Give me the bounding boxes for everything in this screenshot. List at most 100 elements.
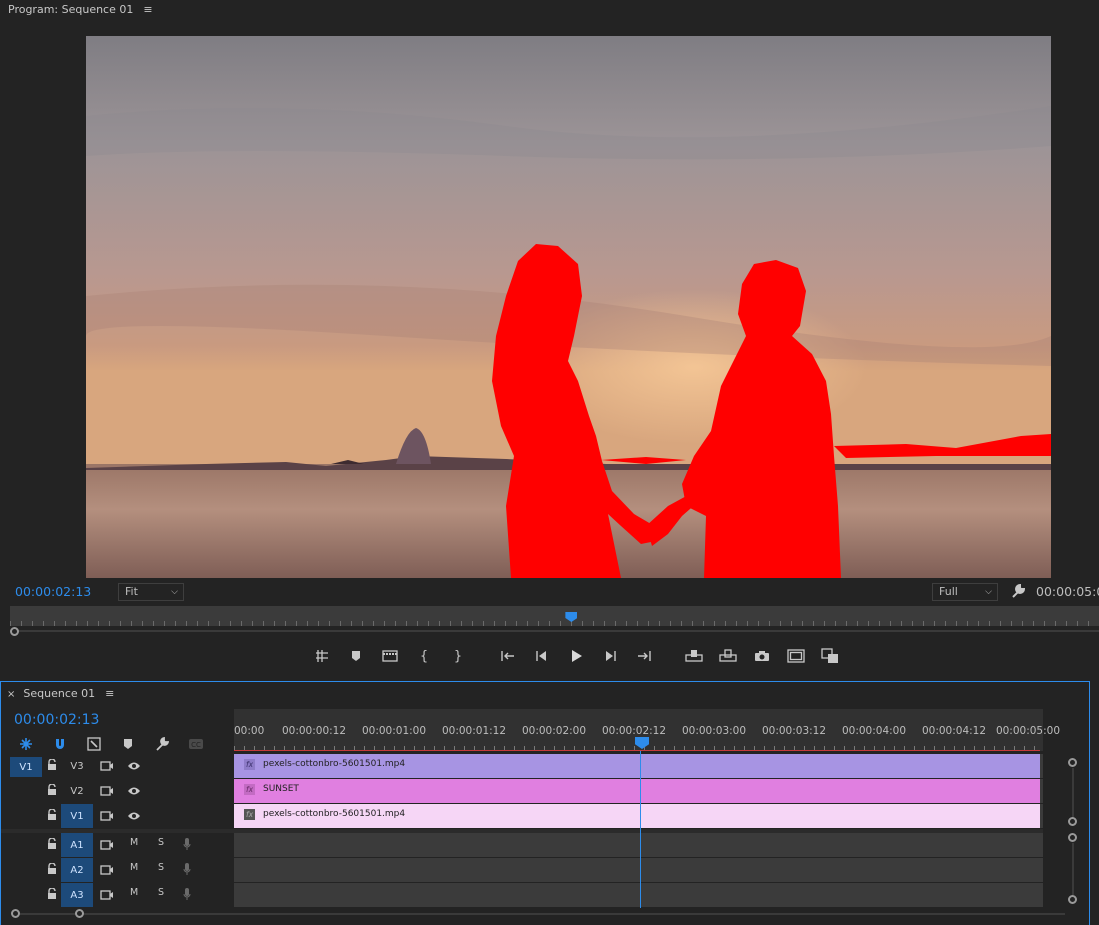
program-viewer[interactable] (86, 36, 1051, 578)
ruler-label: 00:00:01:00 (361, 725, 427, 737)
step-back-icon[interactable] (525, 645, 559, 667)
video-frame (86, 36, 1051, 578)
go-to-in-icon[interactable] (491, 645, 525, 667)
track-name[interactable]: V3 (61, 754, 93, 778)
program-duration: 00:00:05:00 (1036, 584, 1099, 599)
program-monitor: Program: Sequence 01 ≡ 00:00:02:13 Fit ⌵… (0, 0, 1099, 675)
eye-icon[interactable] (127, 786, 141, 796)
track-name[interactable]: V1 (61, 804, 93, 828)
add-marker-icon[interactable] (119, 735, 137, 753)
panel-menu-icon[interactable]: ≡ (105, 687, 114, 700)
track-name[interactable]: V2 (61, 779, 93, 803)
track-name[interactable]: A3 (61, 883, 93, 907)
lock-icon[interactable] (47, 809, 57, 821)
snap-icon[interactable] (51, 735, 69, 753)
lock-icon[interactable] (47, 888, 57, 900)
go-to-in-out-icon[interactable] (373, 645, 407, 667)
solo-button[interactable]: S (158, 837, 164, 848)
clip[interactable]: fx pexels-cottonbro-5601501.mp4 (234, 754, 1040, 778)
export-frame-icon[interactable] (745, 645, 779, 667)
clip[interactable]: fx SUNSET (234, 779, 1040, 803)
audio-scrollbar[interactable] (1072, 843, 1074, 895)
video-scroll-handle[interactable] (1068, 817, 1077, 826)
marker-icon[interactable] (339, 645, 373, 667)
mute-button[interactable]: M (130, 887, 138, 898)
microphone-icon[interactable] (183, 863, 191, 876)
program-zoom-bar[interactable] (14, 630, 1099, 632)
sync-lock-icon[interactable] (100, 810, 114, 822)
sync-lock-icon[interactable] (100, 839, 114, 851)
track-header: V2 (1, 779, 234, 803)
play-icon[interactable] (559, 645, 593, 667)
audio-scroll-handle[interactable] (1068, 895, 1077, 904)
wrench-icon[interactable] (153, 735, 171, 753)
timeline-panel: × Sequence 01 ≡ 00:00:02:13 CC 00:00 00:00:… (0, 681, 1090, 925)
clip[interactable]: fx pexels-cottonbro-5601501.mp4 (234, 804, 1040, 828)
video-scroll-handle[interactable] (1068, 758, 1077, 767)
timeline-ruler[interactable]: 00:00 00:00:00:12 00:00:01:00 00:00:01:12 00… (234, 709, 1060, 751)
sequence-tab[interactable]: × Sequence 01 ≡ (7, 687, 114, 700)
zoom-value: Fit (125, 585, 138, 598)
eye-icon[interactable] (127, 811, 141, 821)
track-area[interactable] (234, 858, 1043, 882)
zoom-select[interactable]: Fit ⌵ (118, 583, 184, 601)
clip-name: pexels-cottonbro-5601501.mp4 (263, 759, 406, 769)
panel-menu-icon[interactable]: ≡ (143, 3, 152, 16)
source-patch-v1[interactable]: V1 (10, 757, 42, 777)
lock-icon[interactable] (47, 784, 57, 796)
eye-icon[interactable] (127, 761, 141, 771)
ruler-label: 00:00:03:12 (761, 725, 827, 737)
microphone-icon[interactable] (183, 888, 191, 901)
mute-button[interactable]: M (130, 862, 138, 873)
safe-margins-icon[interactable] (779, 645, 813, 667)
audio-scroll-handle[interactable] (1068, 833, 1077, 842)
linked-selection-icon[interactable] (85, 735, 103, 753)
mark-out-icon[interactable]: } (441, 645, 475, 667)
mark-in-icon[interactable]: { (407, 645, 441, 667)
resolution-select[interactable]: Full ⌵ (932, 583, 998, 601)
timeline-zoom-bar[interactable] (15, 913, 1065, 915)
transport-controls: { } (305, 645, 847, 667)
track-name[interactable]: A2 (61, 858, 93, 882)
lock-icon[interactable] (47, 759, 57, 771)
fx-badge: fx (244, 784, 255, 795)
comparison-view-icon[interactable] (813, 645, 847, 667)
lock-icon[interactable] (47, 838, 57, 850)
ruler-label: 00:00:04:12 (921, 725, 987, 737)
zoom-handle-left[interactable] (11, 909, 20, 918)
add-marker-icon[interactable] (305, 645, 339, 667)
close-icon[interactable]: × (7, 689, 15, 700)
timeline-timecode[interactable]: 00:00:02:13 (14, 712, 99, 728)
lift-icon[interactable] (677, 645, 711, 667)
track-v3: V1 V3 fx pexels-cottonbro-5601501.mp4 (1, 754, 1043, 778)
track-area[interactable] (234, 833, 1043, 857)
zoom-handle-right[interactable] (75, 909, 84, 918)
lock-icon[interactable] (47, 863, 57, 875)
sync-lock-icon[interactable] (100, 864, 114, 876)
program-timecode[interactable]: 00:00:02:13 (15, 584, 91, 599)
track-a2: A2 M S (1, 858, 1043, 882)
go-to-out-icon[interactable] (627, 645, 661, 667)
track-header: V1 (1, 804, 234, 828)
microphone-icon[interactable] (183, 838, 191, 851)
step-forward-icon[interactable] (593, 645, 627, 667)
program-panel-tab[interactable]: Program: Sequence 01 ≡ (8, 2, 153, 18)
program-zoom-handle[interactable] (10, 627, 19, 636)
track-v1: V1 fx pexels-cottonbro-5601501.mp4 (1, 804, 1043, 828)
solo-button[interactable]: S (158, 887, 164, 898)
sync-lock-icon[interactable] (100, 760, 114, 772)
wrench-icon[interactable] (1010, 583, 1026, 599)
sync-lock-icon[interactable] (100, 889, 114, 901)
extract-icon[interactable] (711, 645, 745, 667)
track-area[interactable] (234, 883, 1043, 907)
captions-icon[interactable]: CC (187, 735, 205, 753)
track-name[interactable]: A1 (61, 833, 93, 857)
sync-lock-icon[interactable] (100, 785, 114, 797)
solo-button[interactable]: S (158, 862, 164, 873)
ruler-label: 00:00 (234, 725, 265, 737)
ruler-label: 00:00:02:12 (601, 725, 667, 737)
program-time-ruler[interactable] (10, 606, 1099, 626)
nest-sequence-icon[interactable] (17, 735, 35, 753)
mute-button[interactable]: M (130, 837, 138, 848)
clip-name: pexels-cottonbro-5601501.mp4 (263, 809, 406, 819)
